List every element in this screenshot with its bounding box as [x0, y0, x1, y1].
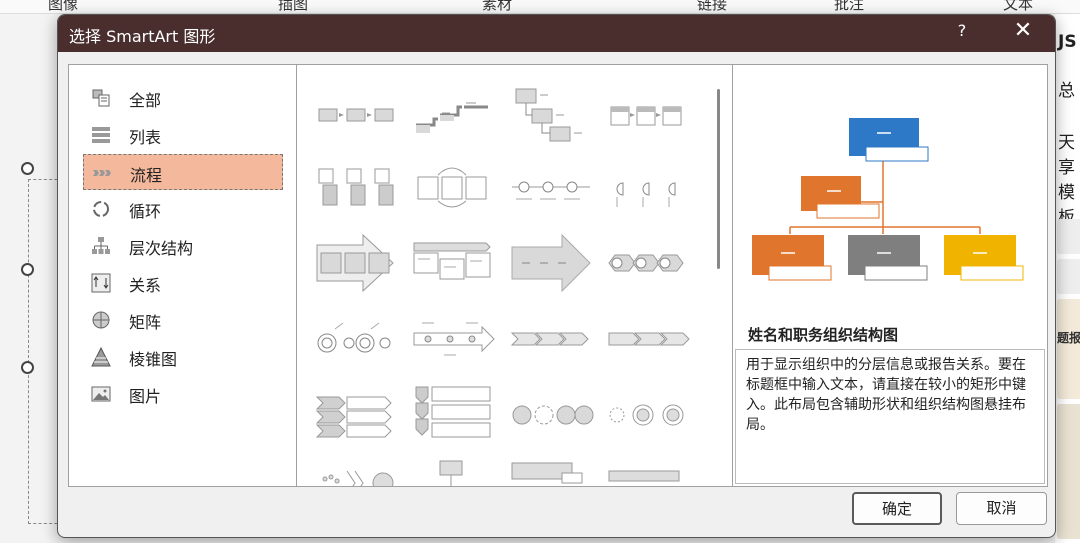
layout-arrow-ribbon-thumbnail[interactable] [410, 459, 496, 487]
layout-step-down-process-thumbnail[interactable] [508, 85, 594, 145]
layout-circle-process-thumbnail[interactable] [508, 385, 594, 445]
layout-circle-accent-timeline-thumbnail[interactable] [313, 309, 399, 369]
layout-dot-process-thumbnail[interactable] [508, 159, 594, 219]
layout-gallery [296, 64, 733, 487]
category-pyramid[interactable]: 棱锥图 [83, 339, 283, 375]
smartart-dialog: 选择 SmartArt 图形 ? ✕ 全部 列表 流程 循环 层次结构 关系 矩… [57, 14, 1056, 538]
layout-description: 用于显示组织中的分层信息或报告关系。要在标题框中输入文本，请直接在较小的矩形中键… [735, 349, 1045, 484]
layout-block-chevron-thumbnail[interactable] [605, 309, 691, 369]
close-button[interactable]: ✕ [1008, 18, 1038, 48]
category-label: 全部 [129, 91, 162, 110]
layout-process-boxes-thumbnail[interactable] [605, 85, 691, 145]
help-button[interactable]: ? [950, 21, 974, 47]
preview-panel: 姓名和职务组织结构图 用于显示组织中的分层信息或报告关系。要在标题框中输入文本，… [732, 64, 1048, 487]
category-label: 层次结构 [129, 239, 194, 258]
ribbon-group-image[interactable]: 图像 [48, 0, 78, 13]
category-list-item[interactable]: 列表 [83, 117, 283, 153]
category-label: 列表 [129, 128, 162, 147]
ribbon-groups: 图像 插图 素材 链接 批注 文本 [0, 0, 1080, 14]
layout-pillars-thumbnail[interactable] [605, 459, 691, 487]
layout-basic-process-thumbnail[interactable] [313, 85, 399, 145]
side-text: JS [1058, 32, 1077, 52]
picture-icon [91, 386, 111, 402]
category-label: 流程 [130, 166, 163, 185]
relationship-icon [91, 273, 111, 293]
resize-handle[interactable] [21, 162, 34, 175]
ok-button[interactable]: 确定 [852, 492, 942, 525]
layout-step-up-process-thumbnail[interactable] [410, 85, 496, 145]
layout-continuous-block-process-thumbnail[interactable] [313, 233, 399, 293]
ribbon-group-comment[interactable]: 批注 [834, 0, 864, 13]
layout-circle-arrow-process-thumbnail[interactable] [605, 233, 691, 293]
dialog-title: 选择 SmartArt 图形 [69, 27, 216, 46]
category-list: 全部 列表 流程 循环 层次结构 关系 矩阵 棱锥图 图片 [68, 64, 297, 487]
pyramid-icon [91, 347, 111, 367]
layout-vertical-chevron-list-thumbnail[interactable] [313, 385, 399, 445]
template-card[interactable]: 题报 [1057, 299, 1080, 399]
layout-upward-arrow-thumbnail[interactable] [508, 233, 594, 293]
category-picture[interactable]: 图片 [83, 376, 283, 412]
category-label: 矩阵 [129, 313, 162, 332]
layout-vertical-chevron-list-2-thumbnail[interactable] [410, 385, 496, 445]
layout-accent-process-thumbnail[interactable] [313, 159, 399, 219]
template-card[interactable] [1057, 219, 1080, 254]
side-text: 总 [1058, 81, 1075, 101]
layout-basic-timeline-thumbnail[interactable] [410, 309, 496, 369]
layout-funnel-thumbnail[interactable] [313, 459, 399, 487]
cancel-button[interactable]: 取消 [956, 492, 1047, 525]
layout-half-circle-process-thumbnail[interactable] [605, 159, 691, 219]
layout-repeating-bending-process-thumbnail[interactable] [410, 159, 496, 219]
all-icon [92, 89, 110, 107]
category-label: 棱锥图 [129, 350, 178, 369]
category-hierarchy[interactable]: 层次结构 [83, 228, 283, 264]
right-side-panel: JS 总 天享 模板 题报 [1055, 14, 1080, 543]
category-label: 循环 [129, 202, 162, 221]
layout-name: 姓名和职务组织结构图 [748, 326, 899, 344]
matrix-icon [92, 311, 110, 329]
cycle-icon [93, 201, 109, 217]
process-icon [93, 170, 111, 176]
ribbon-group-illustration[interactable]: 插图 [278, 0, 308, 13]
list-icon [92, 127, 110, 143]
category-relationship[interactable]: 关系 [83, 265, 283, 301]
ribbon-group-text[interactable]: 文本 [1003, 0, 1033, 13]
ribbon-group-material[interactable]: 素材 [482, 0, 512, 13]
category-cycle[interactable]: 循环 [83, 191, 283, 227]
dialog-titlebar: 选择 SmartArt 图形 ? ✕ [58, 15, 1055, 52]
category-all[interactable]: 全部 [83, 80, 283, 116]
template-card[interactable] [1057, 259, 1080, 294]
org-chart-preview [752, 118, 1024, 281]
category-label: 关系 [129, 276, 162, 295]
resize-handle[interactable] [21, 361, 34, 374]
layout-chevron-process-thumbnail[interactable] [508, 309, 594, 369]
category-matrix[interactable]: 矩阵 [83, 302, 283, 338]
ribbon-group-link[interactable]: 链接 [697, 0, 727, 13]
resize-handle[interactable] [21, 263, 34, 276]
hierarchy-icon [92, 237, 110, 254]
layout-process-arrows-thumbnail[interactable] [410, 233, 496, 293]
side-text: 天享 [1058, 133, 1075, 178]
gallery-scrollbar[interactable] [717, 89, 720, 269]
category-process[interactable]: 流程 [83, 154, 283, 190]
layout-gear-process-thumbnail[interactable] [605, 385, 691, 445]
template-card[interactable] [1057, 404, 1080, 539]
layout-bending-picture-thumbnail[interactable] [508, 459, 594, 487]
category-label: 图片 [129, 387, 162, 406]
